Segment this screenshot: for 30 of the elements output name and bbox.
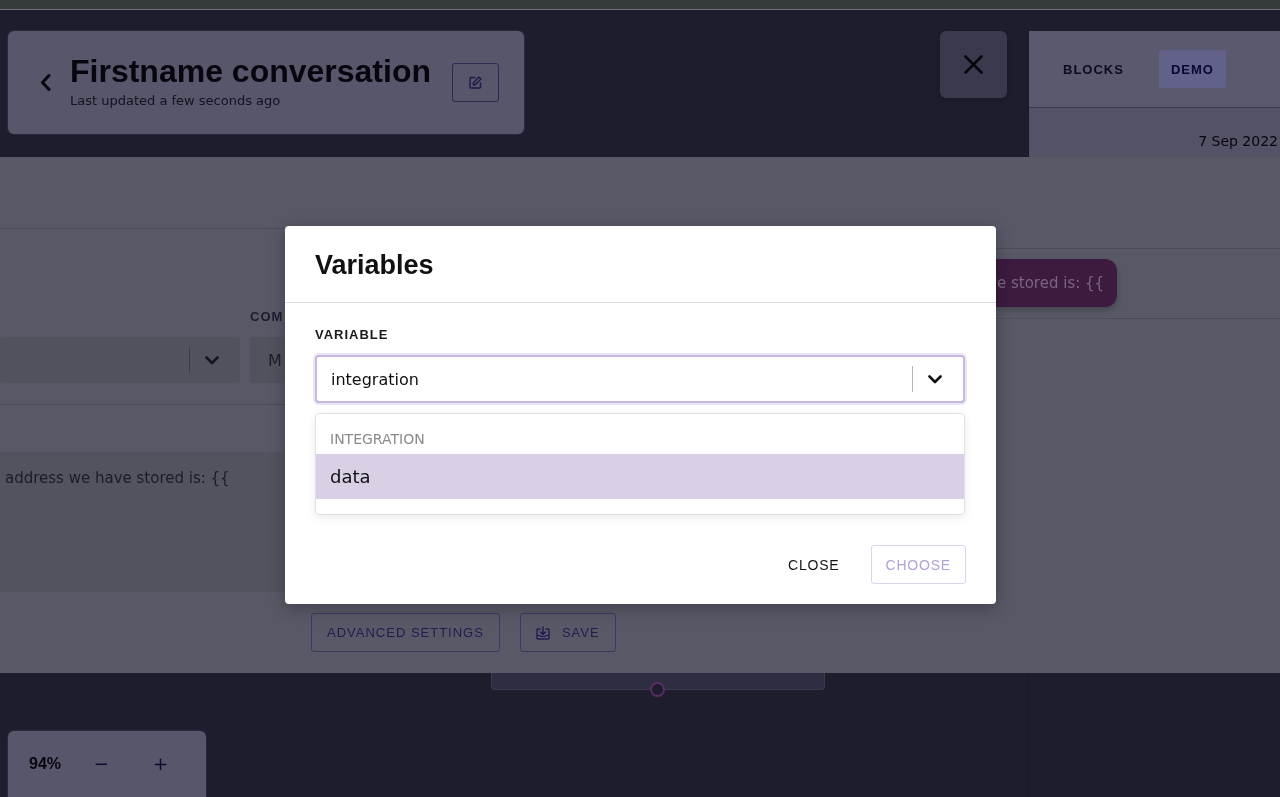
connector-handle[interactable] [650, 682, 665, 697]
message-bubble: e stored is: {{ [996, 259, 1117, 307]
group-label: INTEGRATION [329, 430, 425, 448]
advanced-settings-button[interactable]: ADVANCED SETTINGS [311, 613, 500, 652]
field-label: VARIABLE [315, 327, 389, 342]
edit-icon [469, 76, 482, 89]
close-icon [964, 55, 983, 74]
save-button[interactable]: SAVE [519, 613, 616, 652]
message-text: address we have stored is: {{ [5, 469, 230, 487]
page-title: Firstname conversation [70, 53, 431, 89]
last-updated-text: Last updated a few seconds ago [70, 92, 282, 110]
tab[interactable]: BLOCKS [1051, 50, 1136, 88]
chevron-down-icon [928, 374, 942, 384]
field-label: COM [250, 309, 285, 324]
modal-title: Variables [315, 249, 434, 281]
zoom-out-button[interactable]: − [87, 753, 115, 775]
back-button[interactable] [40, 74, 51, 91]
close-button[interactable] [940, 31, 1007, 98]
menu-option[interactable]: data [316, 454, 964, 499]
download-tray-icon [535, 625, 550, 640]
tab[interactable]: DEMO [1158, 50, 1226, 88]
date-label: 7 Sep 2022 [1198, 132, 1278, 150]
zoom-level: 94% [29, 755, 63, 773]
chevron-down-icon [205, 355, 219, 365]
variable-select[interactable]: integration [315, 355, 965, 403]
zoom-in-button[interactable]: + [146, 753, 174, 775]
dropdown-field[interactable] [0, 337, 240, 383]
close-button[interactable]: CLOSE [774, 545, 854, 584]
edit-button[interactable] [452, 63, 499, 102]
chevron-left-icon [40, 74, 51, 91]
